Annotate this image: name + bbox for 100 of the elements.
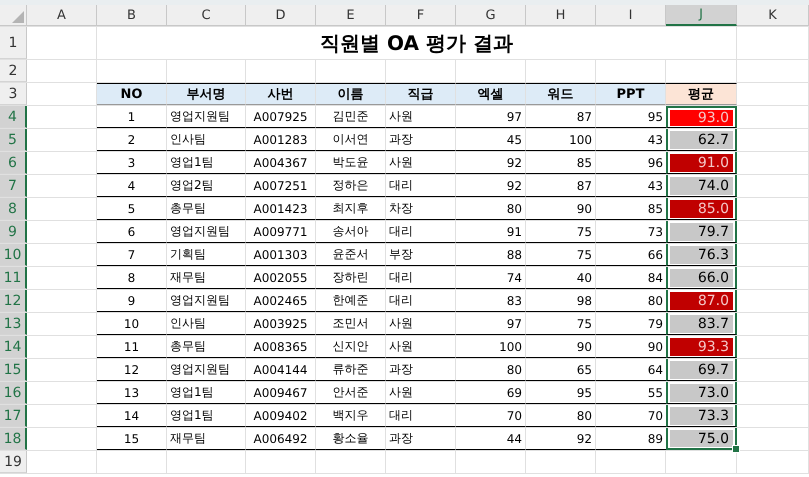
column-heading: 이름 [338,86,364,103]
table-cell: 40 [576,270,592,284]
table-cell: 79 [648,316,663,330]
row-header[interactable]: 7 [0,175,27,197]
table-cell: A002055 [253,270,308,284]
column-header[interactable]: F [386,5,456,26]
table-cell: A001423 [253,202,308,216]
column-header[interactable]: A [27,5,97,26]
table-cell: 영업지원팀 [170,108,230,125]
average-cell: 85.0 [670,200,733,218]
average-cell: 73.3 [670,407,733,425]
row-header[interactable]: 10 [0,244,27,266]
row-header[interactable]: 4 [0,106,27,128]
table-cell: 대리 [389,407,413,424]
table-cell: 이서연 [332,131,368,148]
table-cell: 영업지원팀 [170,292,230,309]
column-header[interactable]: D [246,5,316,26]
row-header[interactable]: 18 [0,428,27,450]
average-cell: 69.7 [670,361,733,379]
table-cell: 영업지원팀 [170,223,230,240]
table-cell: 안서준 [332,384,368,401]
table-cell: 과장 [389,430,413,447]
row-header[interactable]: 11 [0,267,27,289]
column-header[interactable]: G [456,5,526,26]
average-cell: 91.0 [670,154,733,172]
table-cell: 75 [576,224,592,238]
row-header[interactable]: 3 [0,83,27,105]
table-cell: 기획팀 [170,246,206,263]
row-header[interactable]: 14 [0,336,27,358]
table-cell: 100 [569,132,592,146]
table-cell: 90 [576,340,592,354]
column-header[interactable]: J [666,5,737,26]
row-header[interactable]: 8 [0,198,27,220]
table-cell: 45 [506,132,522,146]
table-cell: 9 [128,294,136,308]
column-header[interactable]: B [97,5,167,26]
table-cell: 영업2팀 [170,177,214,194]
table-cell: A001283 [253,132,308,146]
row-header[interactable]: 16 [0,382,27,404]
table-cell: 1 [128,110,136,124]
table-cell: 98 [576,294,592,308]
table-cell: 8 [128,270,136,284]
row-header[interactable]: 2 [0,60,27,82]
table-cell: 70 [506,408,522,422]
table-cell: 재무팀 [170,430,206,447]
row-header[interactable]: 19 [0,451,27,473]
column-heading: 사번 [268,86,294,103]
row-header[interactable]: 1 [0,27,27,59]
table-cell: A002465 [253,294,308,308]
table-cell: 10 [124,316,140,330]
column-header[interactable]: K [737,5,809,26]
table-cell: 사원 [389,384,413,401]
table-cell: 대리 [389,177,413,194]
table-cell: 사원 [389,108,413,125]
table-cell: 인사팀 [170,131,206,148]
row-header[interactable]: 13 [0,313,27,335]
column-header[interactable]: C [167,5,246,26]
table-cell: 43 [648,132,663,146]
table-cell: 사원 [389,338,413,355]
table-cell: 4 [128,178,136,192]
average-cell: 93.3 [670,338,733,356]
table-cell: 88 [506,248,522,262]
table-cell: 55 [648,386,663,400]
table-cell: 박도윤 [332,154,368,171]
table-cell: 66 [648,248,663,262]
row-header[interactable]: 17 [0,405,27,427]
sheet-title: 직원별 OA 평가 결과 [320,30,513,56]
table-cell: A001303 [253,248,308,262]
row-header[interactable]: 15 [0,359,27,381]
fill-handle[interactable] [732,445,740,453]
table-cell: 과장 [389,131,413,148]
table-cell: 83 [506,294,522,308]
table-cell: 73 [648,224,663,238]
average-cell: 93.0 [670,110,733,126]
table-cell: 80 [506,362,522,376]
table-cell: A009467 [253,386,308,400]
column-header[interactable]: H [526,5,596,26]
table-cell: 85 [648,202,663,216]
table-cell: 85 [576,156,592,170]
table-cell: 총무팀 [170,200,206,217]
table-cell: 부장 [389,246,413,263]
table-cell: 사원 [389,315,413,332]
table-cell: A007925 [253,110,308,124]
row-header[interactable]: 5 [0,129,27,151]
row-header[interactable]: 6 [0,152,27,174]
row-header[interactable]: 9 [0,221,27,243]
table-cell: 대리 [389,269,413,286]
column-header[interactable]: I [596,5,666,26]
table-cell: 재무팀 [170,269,206,286]
row-header[interactable]: 12 [0,290,27,312]
column-heading: 직급 [408,86,434,103]
column-heading: 부서명 [186,86,226,103]
table-cell: 대리 [389,223,413,240]
table-cell: 44 [506,432,522,446]
table-cell: 7 [128,248,136,262]
column-header[interactable]: E [316,5,386,26]
table-cell: 정하은 [332,177,368,194]
table-cell: A007251 [253,178,308,192]
table-cell: 69 [506,386,522,400]
table-cell: 80 [576,408,592,422]
